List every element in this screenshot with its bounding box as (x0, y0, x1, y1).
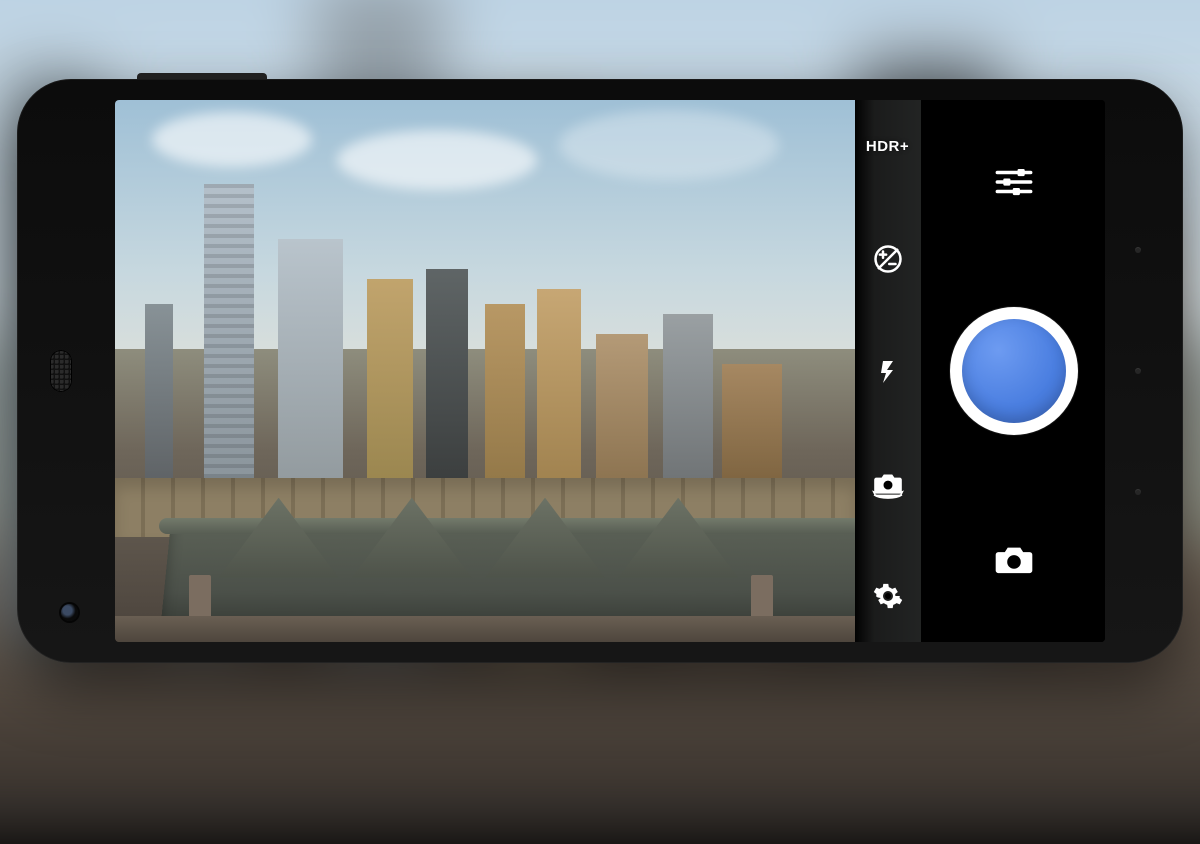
exposure-compensation-icon (873, 244, 903, 274)
camera-viewfinder[interactable] (115, 100, 855, 642)
hdr-label: HDR+ (866, 138, 909, 155)
quick-settings-strip: HDR+ (854, 100, 922, 642)
phone-frame: HDR+ (17, 79, 1183, 663)
system-nav-bar (1123, 79, 1153, 663)
settings-button[interactable] (868, 576, 908, 616)
flash-icon (876, 356, 900, 386)
earpiece-speaker (50, 350, 72, 392)
nav-recents-dot[interactable] (1135, 489, 1141, 495)
mode-camera-button[interactable] (990, 536, 1038, 584)
phone-screen: HDR+ (115, 100, 1105, 642)
hdr-toggle[interactable]: HDR+ (868, 126, 908, 166)
nav-back-dot[interactable] (1135, 247, 1141, 253)
camera-still-icon (993, 543, 1035, 577)
switch-camera-button[interactable] (868, 464, 908, 504)
tune-sliders-icon (995, 166, 1033, 198)
viewfinder-scene (115, 349, 855, 642)
tune-button[interactable] (990, 158, 1038, 206)
front-camera-lens (61, 604, 78, 621)
nav-home-dot[interactable] (1135, 368, 1141, 374)
settings-gear-icon (873, 581, 903, 611)
switch-camera-icon (871, 469, 905, 499)
shutter-button[interactable] (950, 307, 1078, 435)
flash-button[interactable] (868, 351, 908, 391)
camera-control-bar (922, 100, 1105, 642)
exposure-button[interactable] (868, 239, 908, 279)
power-button (137, 73, 267, 79)
shutter-inner (962, 319, 1066, 423)
